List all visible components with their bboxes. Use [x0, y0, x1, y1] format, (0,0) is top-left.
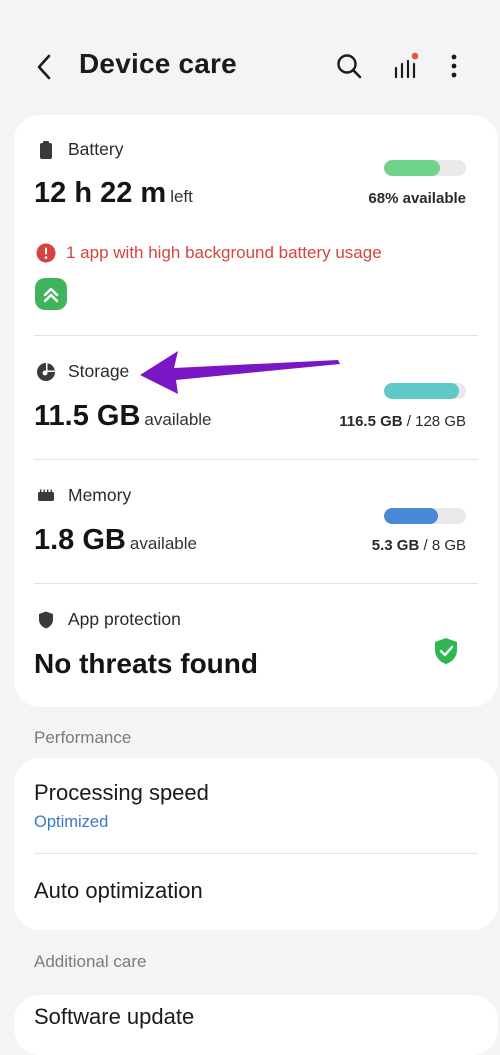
processing-speed-title[interactable]: Processing speed [34, 780, 209, 806]
divider [34, 583, 478, 584]
processing-speed-status: Optimized [34, 813, 109, 831]
alert-icon [36, 243, 56, 263]
app-protection-row[interactable]: App protection [36, 609, 181, 630]
search-icon[interactable] [333, 50, 365, 82]
performance-card: Processing speed Optimized Auto optimiza… [14, 758, 498, 930]
storage-level-fill [384, 383, 459, 399]
memory-level-fill [384, 508, 439, 524]
memory-available: 1.8 GB available [34, 524, 197, 556]
annotation-arrow [140, 351, 340, 394]
battery-available: 68% available [368, 190, 466, 207]
app-icon[interactable] [35, 278, 67, 310]
storage-level-bar [384, 383, 466, 399]
double-chevron-up-icon [43, 287, 59, 303]
battery-label: Battery [68, 139, 124, 159]
auto-optimization-title[interactable]: Auto optimization [34, 878, 203, 904]
memory-level-bar [384, 508, 466, 524]
additional-care-section-label: Additional care [34, 952, 147, 971]
back-icon[interactable] [28, 50, 62, 84]
divider [34, 459, 478, 460]
stats-icon[interactable] [390, 50, 422, 82]
divider [34, 853, 478, 854]
memory-chip-icon [38, 489, 54, 501]
storage-row[interactable]: Storage [36, 361, 129, 382]
shield-icon [39, 611, 53, 628]
battery-row[interactable]: Battery [36, 139, 123, 160]
app-protection-label: App protection [68, 609, 181, 629]
battery-warning-text: 1 app with high background battery usage [66, 243, 382, 262]
more-options-icon[interactable] [438, 50, 470, 82]
top-app-bar: Device care [0, 0, 500, 120]
storage-usage: 116.5 GB / 128 GB [339, 413, 466, 430]
memory-row[interactable]: Memory [36, 485, 131, 506]
storage-icon [37, 362, 55, 381]
battery-icon [40, 140, 52, 159]
divider [34, 335, 478, 336]
shield-check-icon [435, 638, 457, 664]
memory-usage: 5.3 GB / 8 GB [371, 537, 466, 554]
battery-level-fill [384, 160, 440, 176]
battery-time-left: 12 h 22 m left [34, 177, 193, 209]
page-title: Device care [79, 48, 237, 79]
device-care-card: Battery 12 h 22 m left 68% available 1 ap… [14, 115, 498, 707]
software-update-title[interactable]: Software update [34, 1004, 194, 1030]
memory-label: Memory [68, 485, 132, 505]
additional-care-card: Software update [14, 995, 498, 1055]
performance-section-label: Performance [34, 728, 132, 747]
protection-status: No threats found [34, 648, 258, 679]
storage-label: Storage [68, 361, 130, 381]
storage-available: 11.5 GB available [34, 400, 212, 432]
battery-level-bar [384, 160, 466, 176]
battery-warning[interactable]: 1 app with high background battery usage [36, 243, 382, 263]
